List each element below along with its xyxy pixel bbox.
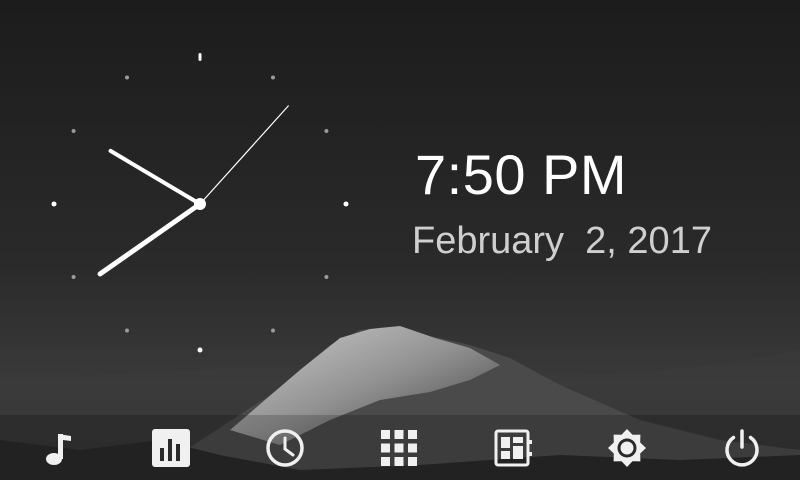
hour-dot [324, 129, 329, 133]
hour-dot [343, 201, 349, 207]
app-grid-icon [381, 430, 417, 466]
minute-hand [108, 148, 202, 206]
home-screen: 7:50 PM February 2, 2017 [0, 0, 800, 480]
hour-dot [324, 275, 329, 279]
power-icon [725, 429, 759, 467]
brightness-button[interactable] [599, 423, 655, 473]
hour-dot [125, 75, 129, 80]
second-hand [199, 105, 289, 205]
hour-dot [271, 75, 275, 80]
hour-dot [197, 347, 203, 353]
hour-dot [51, 201, 57, 207]
apps-button[interactable] [371, 423, 427, 473]
equalizer-button[interactable] [143, 423, 199, 473]
hour-dot [125, 328, 129, 333]
music-icon [46, 434, 71, 465]
dashboard-button[interactable] [485, 423, 541, 473]
clock-button[interactable] [257, 423, 313, 473]
power-button[interactable] [714, 423, 770, 473]
brightness-icon [608, 429, 646, 467]
hour-tick [198, 53, 202, 61]
dashboard-widget-icon [494, 429, 532, 467]
digital-time: 7:50 PM [415, 143, 628, 206]
date-label: February 2, 2017 [412, 220, 712, 262]
hour-dot [71, 275, 76, 279]
hour-dot [271, 328, 275, 333]
equalizer-icon [152, 429, 190, 467]
bottom-dock [0, 415, 800, 480]
music-button[interactable] [29, 423, 85, 473]
hour-hand [97, 201, 203, 277]
clock-center [194, 198, 206, 210]
clock-icon [266, 429, 304, 467]
hour-dot [71, 129, 76, 133]
